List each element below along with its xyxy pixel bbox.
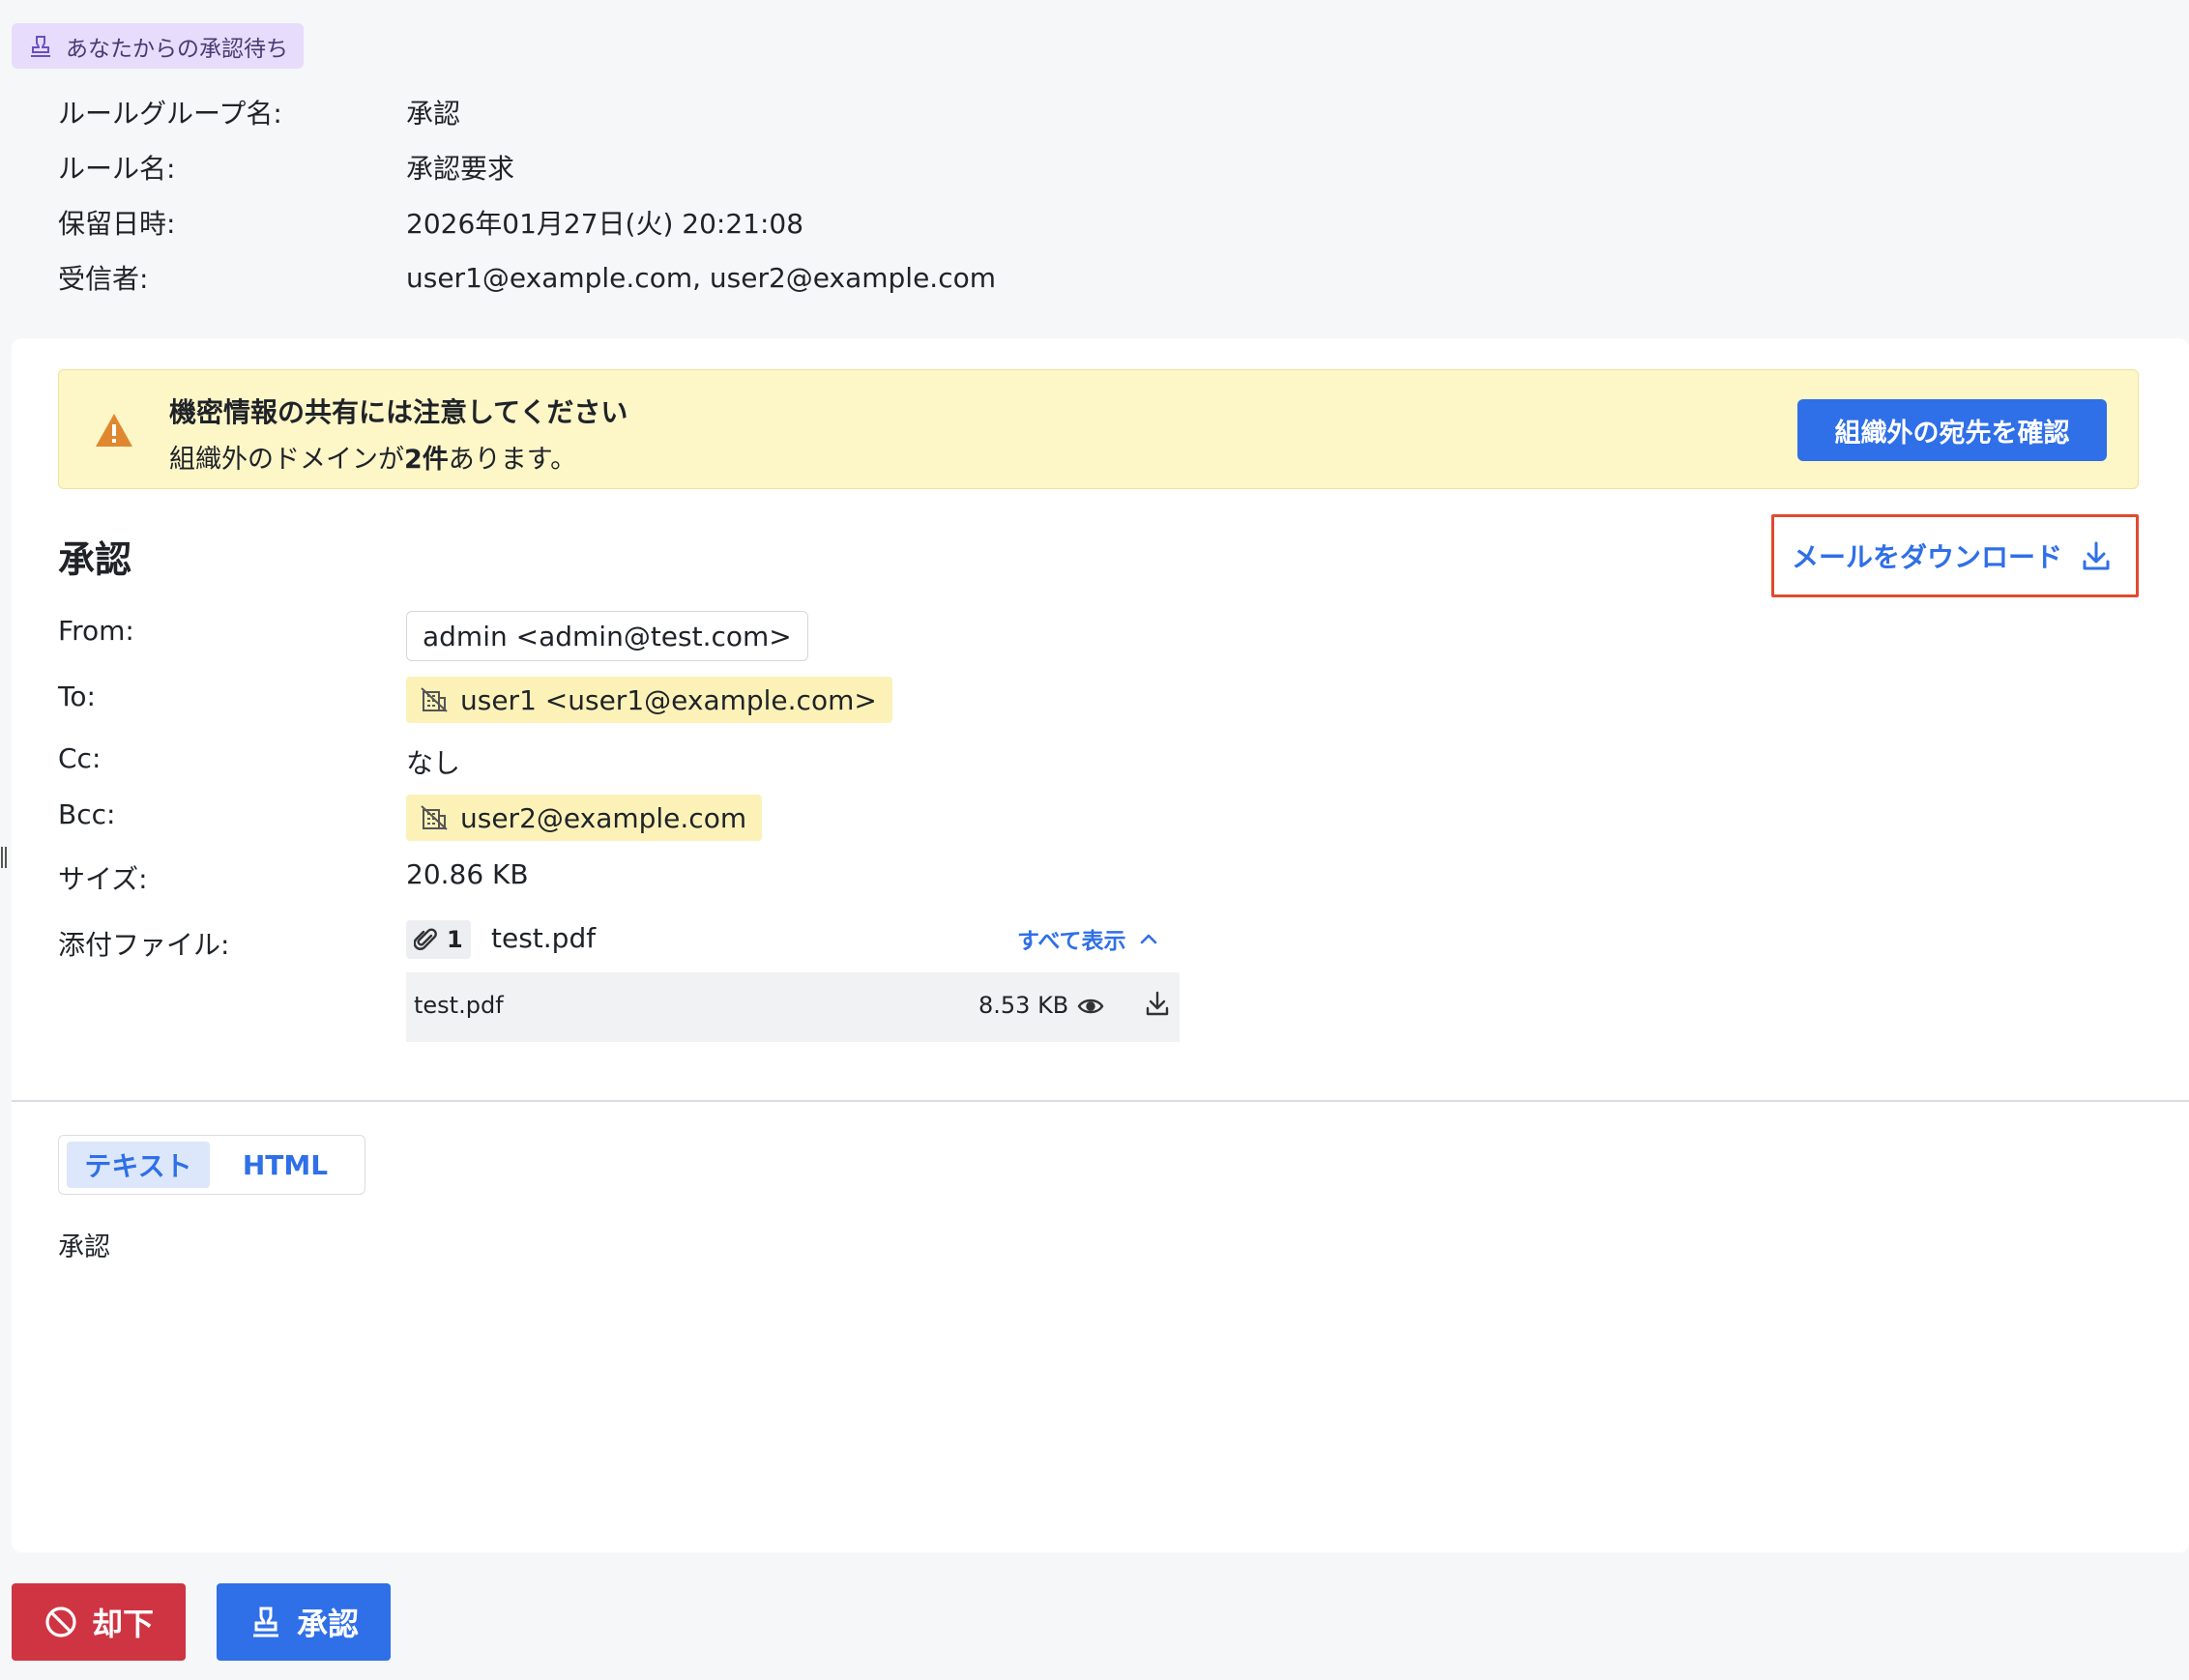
show-all-attachments-toggle[interactable]: すべて表示 xyxy=(1017,922,1158,955)
mail-body: 承認 xyxy=(58,1232,110,1262)
section-divider xyxy=(12,1100,2189,1102)
cc-value: なし xyxy=(406,747,461,779)
body-format-tabs: テキスト HTML xyxy=(58,1135,365,1195)
download-mail-label: メールをダウンロード xyxy=(1791,541,2062,573)
warning-message-count: 2件 xyxy=(404,445,449,475)
meta-rule-group-label: ルールグループ名: xyxy=(58,98,282,130)
tab-text[interactable]: テキスト xyxy=(67,1142,210,1188)
status-badge-label: あなたからの承認待ち xyxy=(66,36,288,62)
attachment-row: test.pdf 8.53 KB xyxy=(406,972,1180,1042)
paperclip-icon xyxy=(414,928,437,950)
chevron-up-icon xyxy=(1141,934,1157,944)
external-building-icon xyxy=(421,805,448,830)
attachment-count: 1 xyxy=(447,926,463,953)
prohibited-icon xyxy=(45,1607,76,1637)
warning-title: 機密情報の共有には注意してください xyxy=(169,396,628,428)
attachment-download-icon[interactable] xyxy=(1145,990,1170,1017)
size-value: 20.86 KB xyxy=(406,858,529,890)
meta-rule-group: ルールグループ名: 承認 xyxy=(58,93,460,131)
reject-button[interactable]: 却下 xyxy=(12,1583,186,1661)
attachment-count-badge: 1 xyxy=(406,920,471,959)
meta-held-at-value: 2026年01月27日(火) 20:21:08 xyxy=(406,208,804,240)
to-external-chip: user1 <user1@example.com> xyxy=(406,677,892,723)
external-building-icon xyxy=(421,687,448,712)
meta-rule-name-label: ルール名: xyxy=(58,153,176,185)
approve-button[interactable]: 承認 xyxy=(217,1583,391,1661)
meta-rule-group-value: 承認 xyxy=(406,98,461,130)
external-domain-warning: 機密情報の共有には注意してください 組織外のドメインが2件あります。 組織外の宛… xyxy=(58,369,2139,489)
to-address: user1 <user1@example.com> xyxy=(460,683,877,716)
bcc-external-chip: user2@example.com xyxy=(406,795,763,841)
tab-html[interactable]: HTML xyxy=(225,1142,345,1188)
reject-button-label: 却下 xyxy=(91,1606,154,1642)
cc-label: Cc: xyxy=(58,742,102,774)
from-label: From: xyxy=(58,615,134,647)
attachments-label: 添付ファイル: xyxy=(58,929,230,961)
attachment-file-size: 8.53 KB xyxy=(978,992,1069,1019)
download-icon xyxy=(2083,541,2110,570)
to-label: To: xyxy=(58,681,96,712)
approve-button-label: 承認 xyxy=(296,1606,359,1642)
mail-subject: 承認 xyxy=(58,538,132,581)
meta-rule-name-value: 承認要求 xyxy=(406,153,515,185)
meta-held-at: 保留日時: 2026年01月27日(火) 20:21:08 xyxy=(58,203,803,242)
stamp-icon xyxy=(252,1607,278,1637)
warning-triangle-icon xyxy=(96,414,132,447)
resize-handle[interactable] xyxy=(0,847,10,870)
warning-message: 組織外のドメインが2件あります。 xyxy=(169,438,576,476)
meta-recipients: 受信者: user1@example.com, user2@example.co… xyxy=(58,258,996,297)
bcc-label: Bcc: xyxy=(58,798,116,830)
meta-held-at-label: 保留日時: xyxy=(58,208,176,240)
meta-recipients-value: user1@example.com, user2@example.com xyxy=(406,262,997,294)
preview-eye-icon[interactable] xyxy=(1077,996,1104,1017)
meta-rule-name: ルール名: 承認要求 xyxy=(58,148,514,187)
confirm-external-recipients-button[interactable]: 組織外の宛先を確認 xyxy=(1797,399,2107,461)
from-address-chip: admin <admin@test.com> xyxy=(406,611,808,661)
attachment-file-name: test.pdf xyxy=(414,992,504,1019)
meta-recipients-label: 受信者: xyxy=(58,263,149,295)
download-mail-button[interactable]: メールをダウンロード xyxy=(1771,514,2139,597)
attachment-summary-name: test.pdf xyxy=(491,922,597,954)
approval-page: あなたからの承認待ち ルールグループ名: 承認 ルール名: 承認要求 保留日時:… xyxy=(0,0,2189,1680)
warning-message-prefix: 組織外のドメインが xyxy=(169,445,404,475)
status-badge: あなたからの承認待ち xyxy=(12,23,304,69)
show-all-label: すべて表示 xyxy=(1017,929,1126,954)
stamp-icon xyxy=(31,35,50,57)
warning-message-suffix: あります。 xyxy=(448,445,577,475)
from-address: admin <admin@test.com> xyxy=(423,620,792,652)
mail-detail-card: 機密情報の共有には注意してください 組織外のドメインが2件あります。 組織外の宛… xyxy=(12,338,2189,1552)
bcc-address: user2@example.com xyxy=(460,801,747,834)
size-label: サイズ: xyxy=(58,863,148,895)
